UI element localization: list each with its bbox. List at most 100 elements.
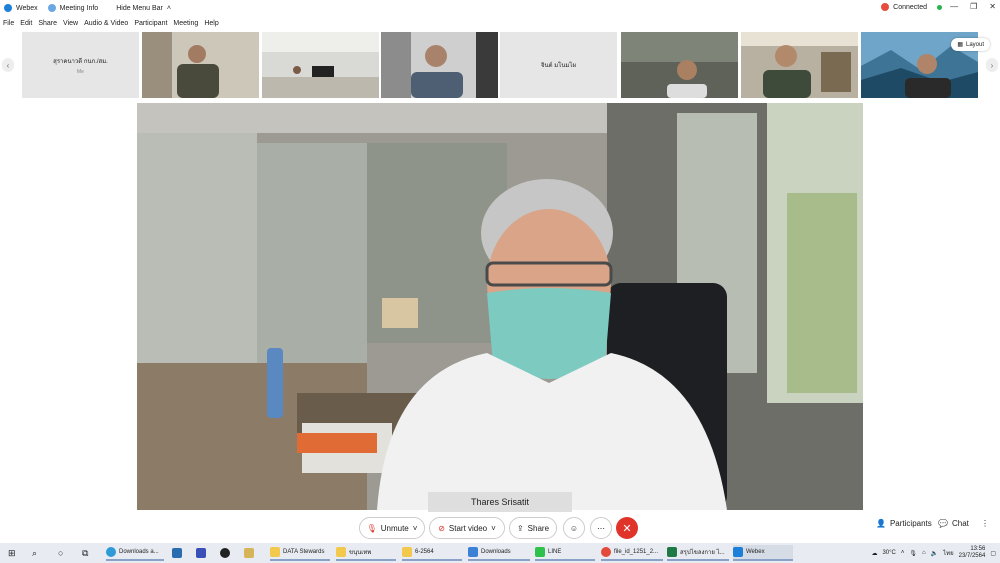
person-icon: 👤 — [876, 519, 886, 528]
hide-menu-bar-button[interactable]: Hide Menu Bar ˄ — [116, 5, 171, 12]
minimize-icon[interactable]: — — [950, 2, 958, 11]
taskbar-app-label: ขนุนเทพ — [349, 550, 372, 556]
menu-bar: File Edit Share View Audio & Video Parti… — [0, 16, 1000, 30]
status-text: Connected — [893, 3, 927, 11]
participant-name: จินต์ มโนมไผ — [541, 63, 576, 69]
connection-status[interactable]: Connected — [881, 3, 942, 11]
taskbar-downloads[interactable]: Downloads — [468, 545, 530, 561]
reactions-button[interactable]: ☺ — [563, 517, 585, 539]
network-icon[interactable]: ⌂ — [922, 550, 926, 556]
notifications-icon[interactable]: ▢ — [990, 550, 996, 557]
chat-label: Chat — [951, 519, 969, 528]
video-off-icon: ⊘ — [438, 523, 445, 533]
meeting-info-button[interactable]: Meeting Info — [60, 5, 99, 12]
unmute-button[interactable]: 🎙 Unmute ˅ — [359, 517, 425, 539]
menu-help[interactable]: Help — [204, 20, 218, 27]
more-options-button[interactable]: ⋯ — [590, 517, 612, 539]
participant-video-tile[interactable] — [381, 32, 498, 98]
chrome-icon — [601, 547, 611, 557]
more-panels-button[interactable]: ⋮ — [981, 519, 989, 528]
search-button[interactable]: ⌕ — [32, 545, 37, 561]
participant-strip: ‹ สุราคนาวดี กนก./สม. Me จินต์ มโนมไผ ▦ … — [0, 30, 1000, 100]
restore-icon[interactable]: ❐ — [970, 2, 977, 11]
taskbar-app-label: LINE — [548, 549, 562, 555]
meeting-controls: 🎙 Unmute ˅ ⊘ Start video ˅ ⇪ Share ☺ ⋯ ✕… — [0, 513, 1000, 543]
start-button[interactable]: ⊞ — [8, 545, 16, 561]
download-icon — [468, 547, 478, 557]
participant-video-tile[interactable] — [262, 32, 379, 98]
menu-audio-video[interactable]: Audio & Video — [84, 20, 128, 27]
taskbar-app-label: 6-2564 — [415, 549, 434, 555]
strip-prev-icon[interactable]: ‹ — [2, 58, 14, 72]
participant-video-tile[interactable] — [621, 32, 738, 98]
smiley-icon: ☺ — [569, 523, 579, 533]
folder-icon — [336, 547, 346, 557]
clock[interactable]: 13:56 23/7/2564 — [959, 546, 986, 560]
taskbar-excel[interactable]: สรุปไขลงกาย ไ... — [667, 545, 729, 561]
meeting-info-icon[interactable] — [47, 4, 56, 12]
participant-video — [142, 32, 259, 98]
chevron-down-icon[interactable]: ˅ — [491, 524, 496, 533]
participant-name: สุราคนาวดี กนก./สม. — [53, 58, 108, 65]
microphone-muted-icon: 🎙 — [366, 523, 377, 533]
menu-meeting[interactable]: Meeting — [173, 20, 198, 27]
menu-edit[interactable]: Edit — [20, 20, 32, 27]
folder-icon — [270, 547, 280, 557]
clock-date: 23/7/2564 — [958, 553, 986, 559]
chat-button[interactable]: 💬 Chat — [938, 519, 969, 528]
chevron-up-icon: ˄ — [166, 4, 171, 12]
app-icon — [196, 548, 206, 558]
taskbar-chrome[interactable]: file_id_1251_2... — [601, 545, 663, 561]
participant-tile-self[interactable]: สุราคนาวดี กนก./สม. Me — [22, 32, 139, 98]
os-taskbar: ⊞ ⌕ ○ ⧉ Downloads a... DATA Stewards ขนุ… — [0, 543, 1000, 563]
chevron-down-icon[interactable]: ˅ — [413, 524, 418, 533]
taskbar-webex[interactable]: Webex — [733, 545, 793, 561]
webex-icon — [733, 547, 743, 557]
strip-next-icon[interactable]: › — [986, 58, 998, 72]
close-icon[interactable]: ✕ — [989, 2, 996, 11]
taskbar-line[interactable]: LINE — [535, 545, 595, 561]
chevron-up-icon[interactable]: ˄ — [901, 550, 905, 556]
microphone-icon[interactable]: 🎙 — [909, 550, 917, 557]
active-speaker-name: Thares Srisatit — [428, 492, 572, 512]
start-video-button[interactable]: ⊘ Start video ˅ — [429, 517, 505, 539]
taskbar-xbox[interactable] — [220, 545, 230, 561]
speaker-icon[interactable]: 🔈 — [931, 550, 938, 557]
line-icon — [535, 547, 545, 557]
menu-file[interactable]: File — [3, 20, 14, 27]
taskbar-folder-data-stewards[interactable]: DATA Stewards — [270, 545, 330, 561]
taskbar-mail[interactable] — [172, 545, 182, 561]
unmute-label: Unmute — [380, 523, 409, 533]
taskbar-folder-6-2564[interactable]: 6-2564 — [402, 545, 462, 561]
layout-grid-icon: ▦ — [957, 42, 963, 48]
chat-bubble-icon: 💬 — [938, 519, 948, 528]
hide-menu-bar-label: Hide Menu Bar — [116, 4, 163, 12]
menu-participant[interactable]: Participant — [134, 20, 167, 27]
menu-share[interactable]: Share — [38, 20, 57, 27]
share-button[interactable]: ⇪ Share — [509, 517, 557, 539]
taskbar-app-label: Downloads a... — [119, 549, 159, 555]
participant-video-tile[interactable] — [741, 32, 858, 98]
leave-meeting-button[interactable]: ✕ — [616, 517, 638, 539]
xbox-icon — [220, 548, 230, 558]
active-speaker-video[interactable] — [137, 103, 863, 510]
participants-button[interactable]: 👤 Participants — [876, 519, 932, 528]
webex-logo-icon — [4, 4, 12, 12]
folder-icon — [402, 547, 412, 557]
taskbar-app-label: Downloads — [481, 549, 511, 555]
taskbar-paint[interactable] — [244, 545, 254, 561]
cortana-button[interactable]: ○ — [58, 545, 63, 561]
participant-video-tile[interactable] — [142, 32, 259, 98]
taskbar-folder-2[interactable]: ขนุนเทพ — [336, 545, 396, 561]
weather-icon[interactable]: ☁ — [871, 550, 877, 557]
participant-tile-name[interactable]: จินต์ มโนมไผ — [500, 32, 617, 98]
clock-time: 13:56 — [970, 546, 986, 552]
task-view-button[interactable]: ⧉ — [82, 545, 88, 561]
language-indicator[interactable]: ไทย — [943, 548, 954, 558]
menu-view[interactable]: View — [63, 20, 78, 27]
taskbar-app-edge[interactable]: Downloads a... — [106, 545, 164, 561]
taskbar-app[interactable] — [196, 545, 206, 561]
participant-video — [621, 32, 738, 98]
layout-button[interactable]: ▦ Layout — [951, 38, 990, 51]
participant-video — [741, 32, 858, 98]
